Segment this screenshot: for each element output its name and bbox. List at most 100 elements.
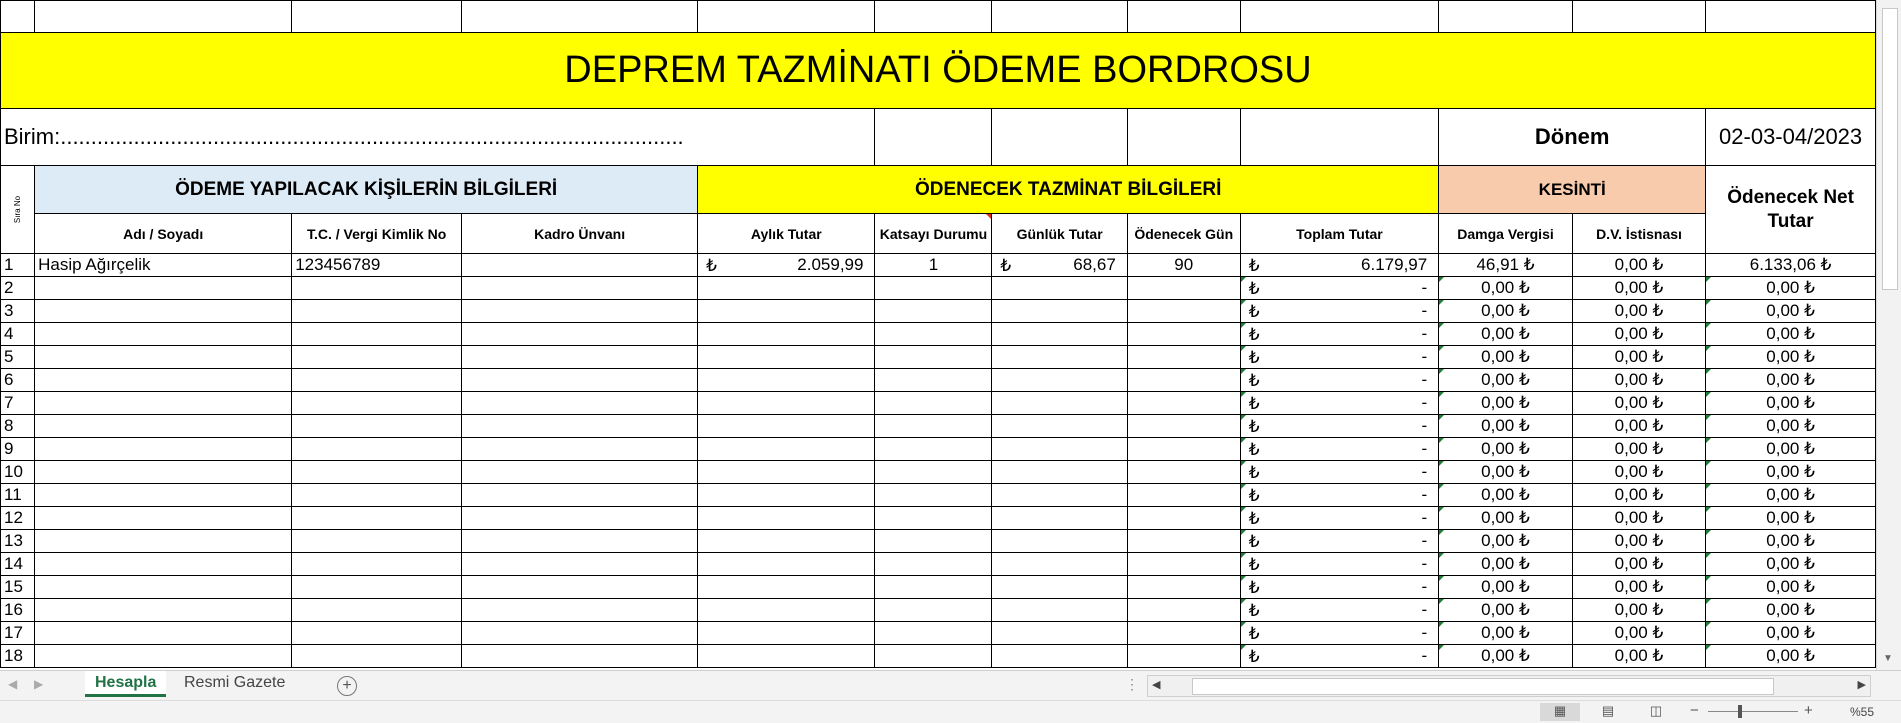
cell-net[interactable]: 0,00 ₺ xyxy=(1705,483,1876,507)
cell-kadro[interactable] xyxy=(461,644,699,668)
kisiler-section-header[interactable]: ÖDEME YAPILACAK KİŞİLERİN BİLGİLERİ xyxy=(34,165,699,214)
cell-gunluk[interactable] xyxy=(991,598,1128,622)
cell-gunluk[interactable] xyxy=(991,345,1128,369)
cell-katsayi[interactable] xyxy=(874,483,993,507)
cell-net[interactable]: 0,00 ₺ xyxy=(1705,575,1876,599)
sira-no-header[interactable]: Sıra No xyxy=(0,165,36,254)
tab-splitter-icon[interactable]: ⋮ xyxy=(1125,676,1139,693)
cell-aylik[interactable] xyxy=(697,598,876,622)
cell-aylik[interactable] xyxy=(697,276,876,300)
cell-name[interactable] xyxy=(34,644,293,668)
zoom-slider[interactable] xyxy=(1708,711,1798,712)
cell-aylik[interactable] xyxy=(697,391,876,415)
cell-name[interactable] xyxy=(34,575,293,599)
cell-gunluk[interactable] xyxy=(991,437,1128,461)
cell-damga[interactable]: 46,91 ₺ xyxy=(1438,253,1573,277)
cell-name[interactable] xyxy=(34,391,293,415)
cell-katsayi[interactable] xyxy=(874,552,993,576)
cell-gunluk[interactable] xyxy=(991,299,1128,323)
cell-toplam[interactable]: ₺ - xyxy=(1239,391,1440,415)
cell-gun[interactable] xyxy=(1126,345,1241,369)
cell-katsayi[interactable] xyxy=(874,414,993,438)
cell-katsayi[interactable]: 1 xyxy=(874,253,993,277)
cell-kadro[interactable] xyxy=(461,276,699,300)
cell-dv[interactable]: 0,00 ₺ xyxy=(1571,529,1707,553)
cell-gunluk[interactable] xyxy=(991,506,1128,530)
cell-gunluk[interactable] xyxy=(991,483,1128,507)
cell-name[interactable] xyxy=(34,414,293,438)
cell-gunluk[interactable] xyxy=(991,322,1128,346)
cell-gun[interactable] xyxy=(1126,322,1241,346)
cell-toplam[interactable]: ₺ - xyxy=(1239,575,1440,599)
cell-kadro[interactable] xyxy=(461,598,699,622)
cell-aylik[interactable] xyxy=(697,644,876,668)
cell-gun[interactable] xyxy=(1126,414,1241,438)
spreadsheet-grid[interactable]: DEPREM TAZMİNATI ÖDEME BORDROSU Birim:..… xyxy=(0,0,1876,670)
cell-net[interactable]: 0,00 ₺ xyxy=(1705,644,1876,668)
cell-tc[interactable] xyxy=(291,460,463,484)
cell-katsayi[interactable] xyxy=(874,391,993,415)
col-adi-soyadi[interactable]: Adı / Soyadı xyxy=(34,213,293,254)
vertical-scroll-thumb[interactable] xyxy=(1882,8,1898,290)
cell-aylik[interactable] xyxy=(697,621,876,645)
cell-katsayi[interactable] xyxy=(874,598,993,622)
row-number[interactable]: 7 xyxy=(0,391,36,415)
cell-aylik[interactable] xyxy=(697,437,876,461)
cell-toplam[interactable]: ₺ - xyxy=(1239,345,1440,369)
col-kadro[interactable]: Kadro Ünvanı xyxy=(461,213,699,254)
cell-katsayi[interactable] xyxy=(874,529,993,553)
cell-dv[interactable]: 0,00 ₺ xyxy=(1571,253,1707,277)
cell-gun[interactable] xyxy=(1126,506,1241,530)
cell-aylik[interactable] xyxy=(697,506,876,530)
cell-toplam[interactable]: ₺ - xyxy=(1239,322,1440,346)
cell-gun[interactable] xyxy=(1126,483,1241,507)
cell-dv[interactable]: 0,00 ₺ xyxy=(1571,575,1707,599)
cell-tc[interactable] xyxy=(291,529,463,553)
cell-name[interactable] xyxy=(34,345,293,369)
row-number[interactable]: 10 xyxy=(0,460,36,484)
birim-field[interactable]: Birim:..................................… xyxy=(0,108,876,166)
row-number[interactable]: 5 xyxy=(0,345,36,369)
tazminat-section-header[interactable]: ÖDENECEK TAZMİNAT BİLGİLERİ xyxy=(697,165,1440,214)
cell-tc[interactable] xyxy=(291,414,463,438)
cell-tc[interactable] xyxy=(291,391,463,415)
cell-net[interactable]: 0,00 ₺ xyxy=(1705,529,1876,553)
cell-dv[interactable]: 0,00 ₺ xyxy=(1571,644,1707,668)
cell-net[interactable]: 0,00 ₺ xyxy=(1705,598,1876,622)
cell-dv[interactable]: 0,00 ₺ xyxy=(1571,621,1707,645)
tab-resmi-gazete[interactable]: Resmi Gazete xyxy=(174,671,295,697)
col-toplam-tutar[interactable]: Toplam Tutar xyxy=(1239,213,1440,254)
cell-damga[interactable]: 0,00 ₺ xyxy=(1438,276,1573,300)
cell-damga[interactable]: 0,00 ₺ xyxy=(1438,437,1573,461)
row-number[interactable]: 8 xyxy=(0,414,36,438)
cell-name[interactable] xyxy=(34,437,293,461)
cell-toplam[interactable]: ₺ - xyxy=(1239,368,1440,392)
cell-dv[interactable]: 0,00 ₺ xyxy=(1571,322,1707,346)
cell-toplam[interactable]: ₺ - xyxy=(1239,529,1440,553)
cell-name[interactable]: Hasip Ağırçelik xyxy=(34,253,293,277)
cell-kadro[interactable] xyxy=(461,322,699,346)
cell-dv[interactable]: 0,00 ₺ xyxy=(1571,437,1707,461)
cell-net[interactable]: 0,00 ₺ xyxy=(1705,460,1876,484)
cell-gun[interactable] xyxy=(1126,299,1241,323)
cell-tc[interactable] xyxy=(291,621,463,645)
cell-net[interactable]: 0,00 ₺ xyxy=(1705,391,1876,415)
net-tutar-header[interactable]: Ödenecek Net Tutar xyxy=(1705,165,1876,254)
row-number[interactable]: 2 xyxy=(0,276,36,300)
cell-gun[interactable] xyxy=(1126,391,1241,415)
cell-kadro[interactable] xyxy=(461,575,699,599)
cell-dv[interactable]: 0,00 ₺ xyxy=(1571,483,1707,507)
cell-gunluk[interactable] xyxy=(991,529,1128,553)
cell-tc[interactable] xyxy=(291,506,463,530)
cell-kadro[interactable] xyxy=(461,437,699,461)
add-sheet-icon[interactable]: + xyxy=(337,676,357,696)
row-number[interactable]: 17 xyxy=(0,621,36,645)
cell-kadro[interactable] xyxy=(461,299,699,323)
page-break-view-icon[interactable]: ◫ xyxy=(1636,703,1676,721)
cell-katsayi[interactable] xyxy=(874,299,993,323)
cell-dv[interactable]: 0,00 ₺ xyxy=(1571,506,1707,530)
cell-gunluk[interactable] xyxy=(991,552,1128,576)
zoom-out-icon[interactable]: − xyxy=(1690,702,1699,719)
cell-dv[interactable]: 0,00 ₺ xyxy=(1571,598,1707,622)
row-number[interactable]: 11 xyxy=(0,483,36,507)
